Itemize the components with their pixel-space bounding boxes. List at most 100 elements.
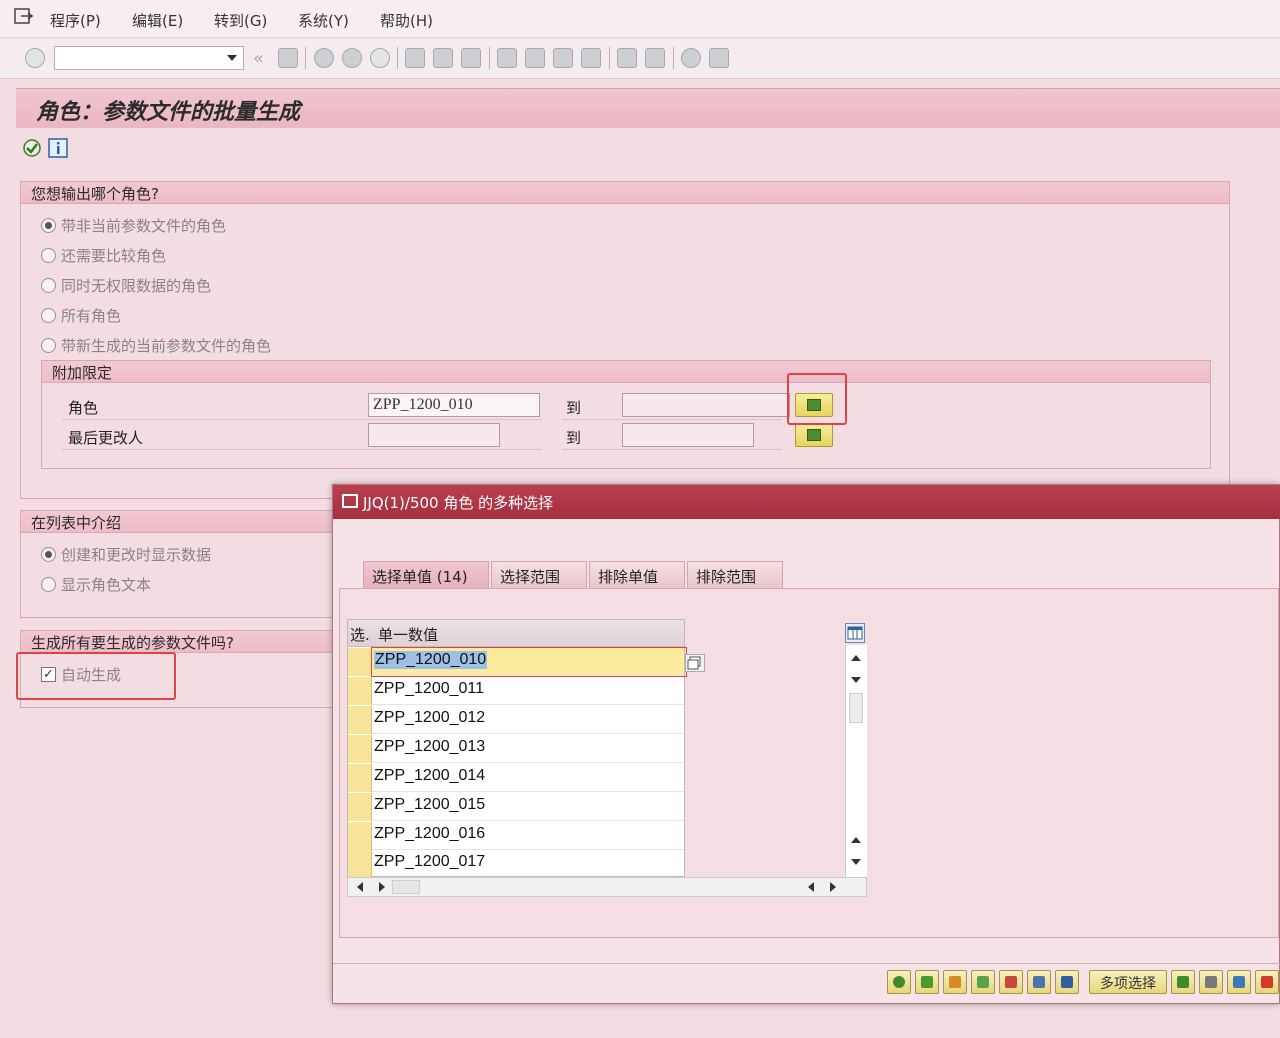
table-row[interactable]: ZPP_1200_015 [348, 793, 684, 821]
row-selector[interactable] [348, 706, 372, 734]
table-row[interactable]: ZPP_1200_012 [348, 706, 684, 734]
scroll-down-icon[interactable] [851, 859, 861, 865]
find-icon[interactable] [433, 48, 453, 68]
exit-icon[interactable] [342, 48, 362, 68]
next-page-icon[interactable] [553, 48, 573, 68]
multiple-selection-button-changed-by[interactable] [795, 423, 833, 447]
execute-button[interactable] [887, 970, 911, 994]
enter-icon[interactable] [25, 48, 45, 68]
role-to-input[interactable] [622, 393, 790, 417]
radio-no-auth-data[interactable] [41, 278, 56, 293]
row-selector[interactable] [348, 793, 372, 821]
command-field[interactable] [54, 46, 244, 70]
row-value-input[interactable]: ZPP_1200_017 [374, 853, 485, 871]
table-row[interactable]: ZPP_1200_014 [348, 764, 684, 792]
radio-non-current-profile[interactable] [41, 218, 56, 233]
save-icon[interactable] [278, 48, 298, 68]
trash-icon [1033, 976, 1045, 988]
row-value-input[interactable]: ZPP_1200_011 [374, 680, 484, 698]
scroll-up-icon[interactable] [851, 655, 861, 661]
radio-show-role-text[interactable] [41, 577, 56, 592]
radio-label: 带新生成的当前参数文件的角色 [61, 337, 272, 355]
copy-button[interactable] [915, 970, 939, 994]
scroll-thumb[interactable] [392, 880, 420, 894]
back-icon[interactable] [314, 48, 334, 68]
table-row[interactable]: ZPP_1200_011 [348, 677, 684, 705]
row-value-input[interactable]: ZPP_1200_014 [374, 767, 485, 785]
table-settings-icon[interactable] [845, 623, 865, 643]
radio-label: 还需要比较角色 [61, 247, 167, 265]
vertical-scrollbar[interactable] [845, 645, 867, 877]
print-icon[interactable] [405, 48, 425, 68]
row-value-input[interactable]: ZPP_1200_013 [374, 738, 485, 756]
delete-line-button[interactable] [999, 970, 1023, 994]
changed-by-from-input[interactable] [368, 423, 500, 447]
import-icon [1177, 976, 1189, 988]
divider [62, 449, 542, 450]
radio-show-change-data[interactable] [41, 547, 56, 562]
cancel-icon[interactable] [370, 48, 390, 68]
checkmark-icon [921, 976, 933, 988]
table-row[interactable]: ZPP_1200_013 [348, 735, 684, 763]
info-button[interactable] [1055, 970, 1079, 994]
col-header-select: 选. [350, 626, 370, 644]
menu-item-help[interactable]: 帮助(H) [380, 10, 433, 31]
import-button[interactable] [1171, 970, 1195, 994]
execute-icon[interactable] [22, 138, 42, 158]
radio-all-roles[interactable] [41, 308, 56, 323]
radio-compare-roles[interactable] [41, 248, 56, 263]
row-selector[interactable] [348, 735, 372, 763]
row-value-input[interactable]: ZPP_1200_012 [374, 709, 485, 727]
menu-item-goto[interactable]: 转到(G) [214, 10, 267, 31]
scroll-up-icon[interactable] [851, 837, 861, 843]
last-page-icon[interactable] [581, 48, 601, 68]
scroll-left-icon[interactable] [808, 882, 814, 892]
tab-exclude-values[interactable]: 排除单值 [589, 561, 685, 588]
row-value-input[interactable]: ZPP_1200_015 [374, 796, 485, 814]
radio-label: 带非当前参数文件的角色 [61, 217, 227, 235]
new-session-icon[interactable] [617, 48, 637, 68]
paste-button[interactable] [1199, 970, 1223, 994]
delete-all-button[interactable] [1027, 970, 1051, 994]
menu-item-program[interactable]: 程序(P) [50, 10, 101, 31]
shortcut-icon[interactable] [645, 48, 665, 68]
row-selector[interactable] [348, 850, 372, 878]
row-selector[interactable] [348, 677, 372, 705]
cancel-button[interactable] [1255, 970, 1279, 994]
changed-by-to-input[interactable] [622, 423, 754, 447]
radio-newly-generated[interactable] [41, 338, 56, 353]
insert-line-button[interactable] [971, 970, 995, 994]
role-from-input[interactable]: ZPP_1200_010 [368, 393, 540, 417]
tab-single-values[interactable]: 选择单值 (14) [363, 561, 489, 588]
upload-button[interactable] [1227, 970, 1251, 994]
help-icon[interactable] [681, 48, 701, 68]
chevron-down-icon[interactable] [227, 55, 237, 61]
table-row[interactable]: ZPP_1200_016 [348, 822, 684, 850]
group-title: 附加限定 [52, 364, 113, 382]
scroll-right-icon[interactable] [830, 882, 836, 892]
info-icon[interactable] [48, 138, 68, 158]
tab-ranges[interactable]: 选择范围 [491, 561, 587, 588]
row-selector[interactable] [348, 764, 372, 792]
row-value-input[interactable]: ZPP_1200_016 [374, 825, 485, 843]
tab-exclude-ranges[interactable]: 排除范围 [687, 561, 783, 588]
first-page-icon[interactable] [497, 48, 517, 68]
previous-page-icon[interactable] [525, 48, 545, 68]
move-button[interactable] [943, 970, 967, 994]
scroll-thumb[interactable] [849, 693, 863, 723]
layout-menu-icon[interactable] [709, 48, 729, 68]
scroll-down-icon[interactable] [851, 677, 861, 683]
find-next-icon[interactable] [461, 48, 481, 68]
menu-window-icon[interactable] [14, 8, 34, 26]
menu-item-edit[interactable]: 编辑(E) [132, 10, 183, 31]
row-selector[interactable] [348, 648, 372, 676]
back-chevron-icon[interactable]: « [253, 48, 264, 69]
value-help-icon[interactable] [685, 654, 705, 672]
menu-item-system[interactable]: 系统(Y) [298, 10, 349, 31]
scroll-right-icon[interactable] [379, 882, 385, 892]
table-row[interactable]: ZPP_1200_017 [348, 850, 684, 878]
row-selector[interactable] [348, 822, 372, 850]
horizontal-scrollbar[interactable] [347, 877, 867, 897]
scroll-left-icon[interactable] [357, 882, 363, 892]
multiple-selection-text-button[interactable]: 多项选择 [1089, 970, 1167, 994]
